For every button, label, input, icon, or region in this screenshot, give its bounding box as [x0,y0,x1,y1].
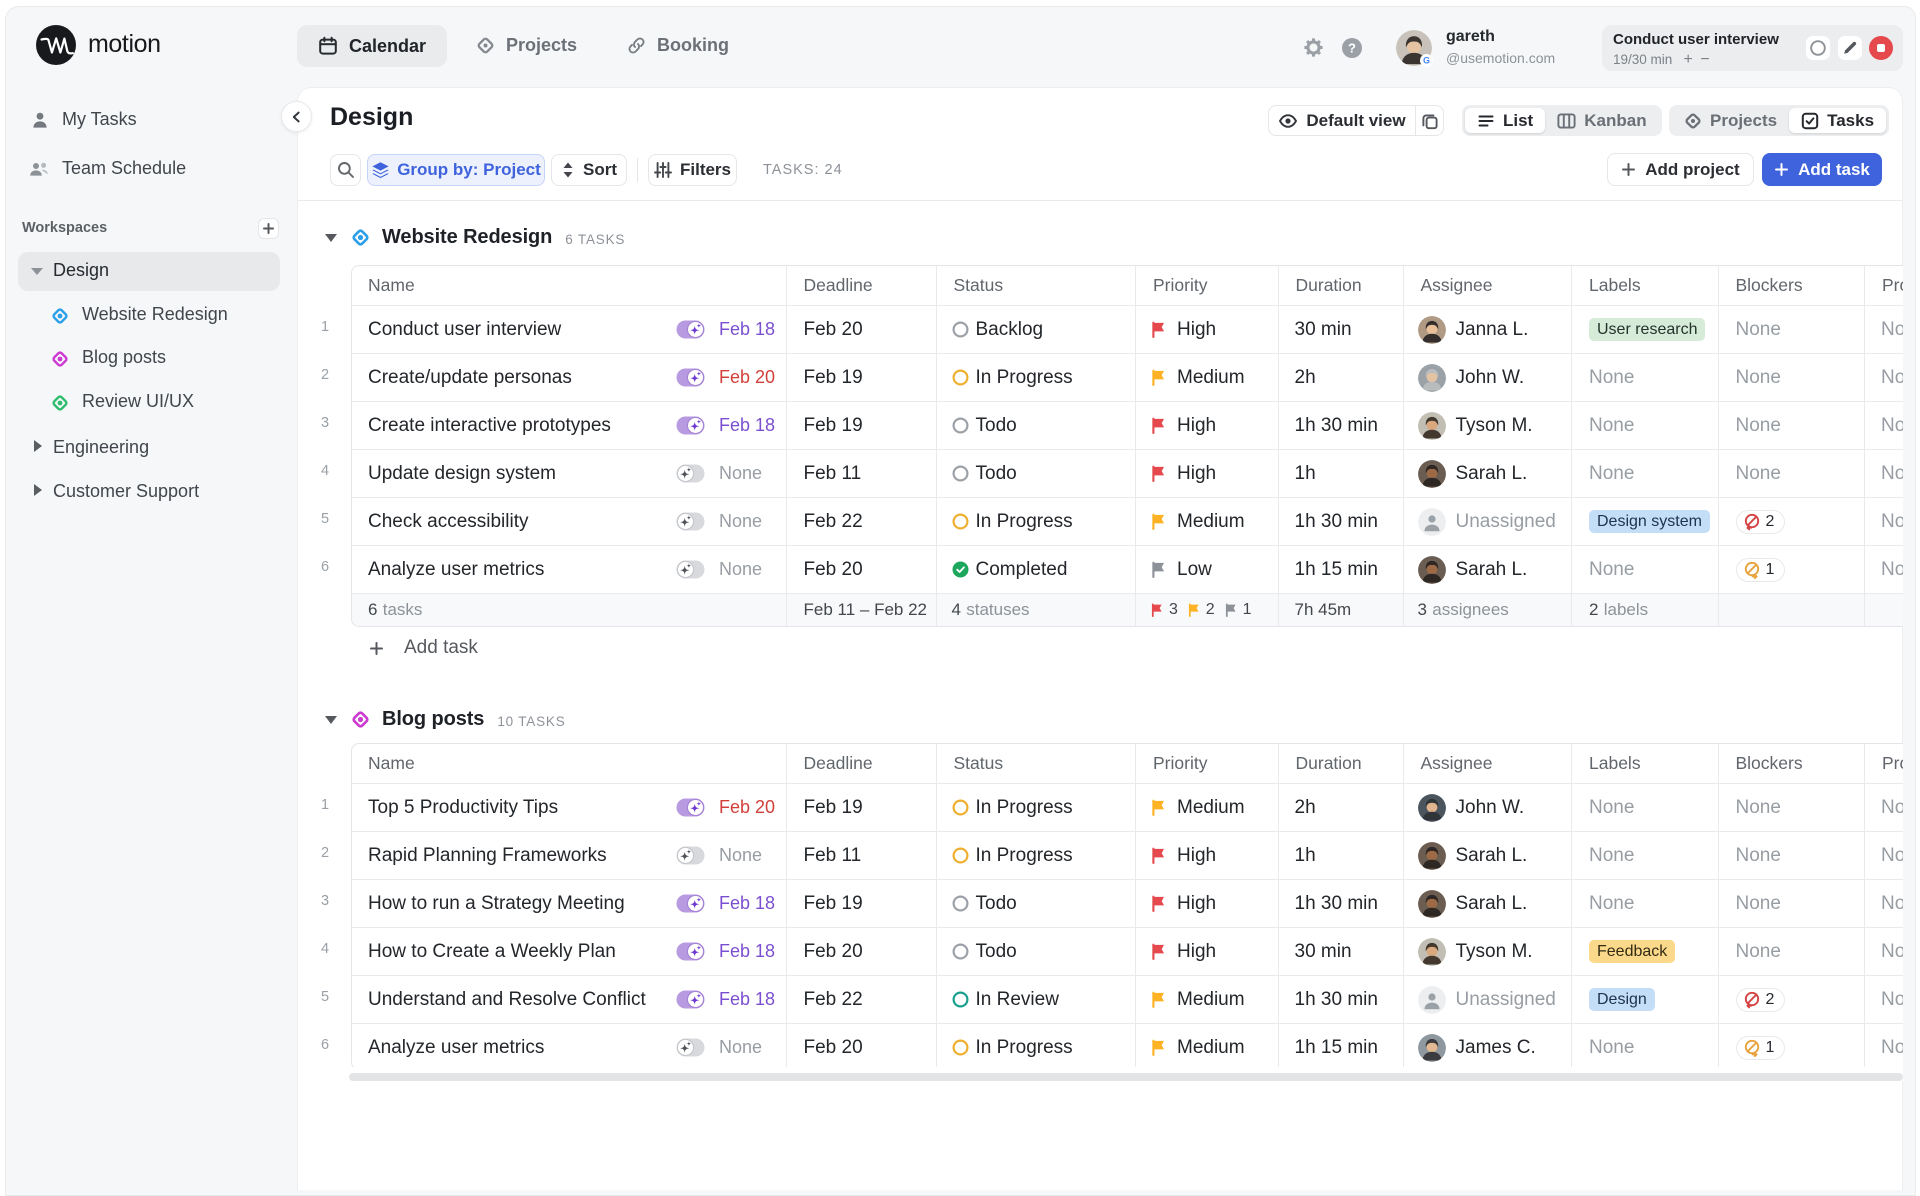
svg-text:?: ? [1348,40,1356,55]
svg-text:G: G [1423,56,1430,66]
